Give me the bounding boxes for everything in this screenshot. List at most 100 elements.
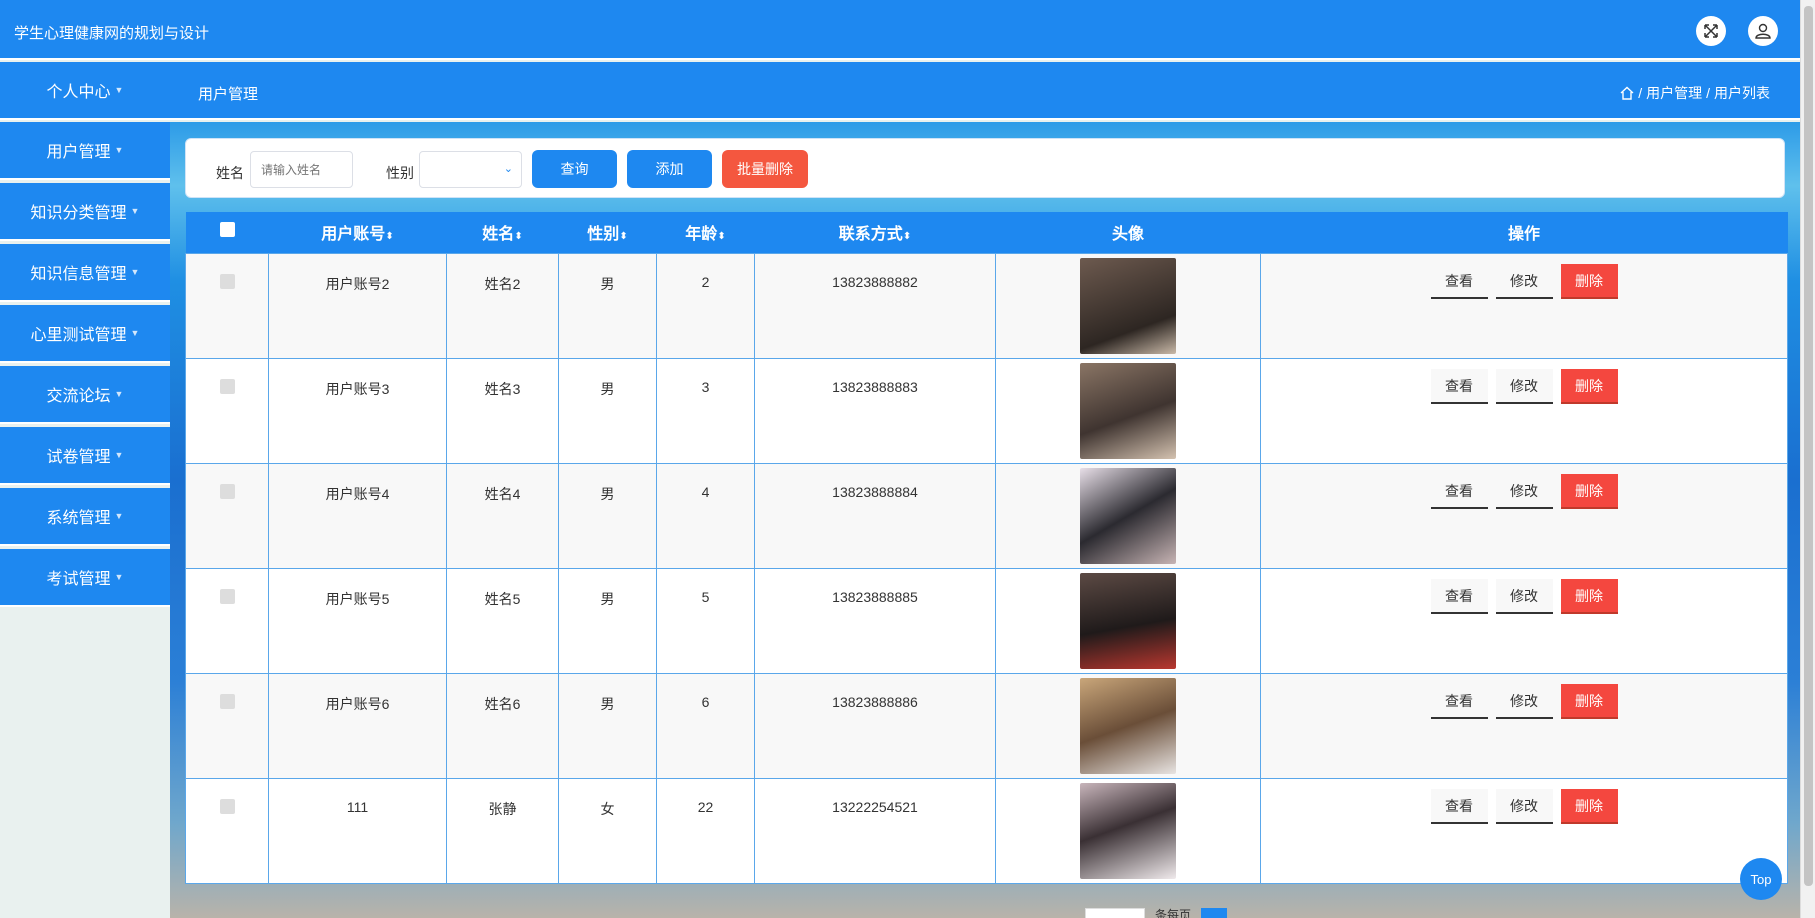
sub-header: 用户管理 / 用户管理 / 用户列表 — [0, 62, 1800, 120]
fullscreen-icon — [1704, 24, 1718, 38]
delete-button[interactable]: 删除 — [1560, 263, 1618, 299]
caret-down-icon: ▼ — [130, 328, 140, 338]
cell-account: 用户账号6 — [268, 672, 447, 779]
view-button[interactable]: 查看 — [1430, 578, 1488, 614]
row-checkbox[interactable] — [219, 273, 235, 289]
view-button[interactable]: 查看 — [1430, 473, 1488, 509]
sort-icon[interactable]: ⬍ — [385, 231, 393, 242]
table-row: 用户账号6 姓名6 男 6 13823888886 查看 修改 删除 — [185, 672, 1788, 779]
top-bar: 学生心理健康网的规划与设计 — [0, 0, 1800, 60]
column-header-gender[interactable]: 性别⬍ — [558, 212, 657, 253]
cell-name: 姓名5 — [446, 567, 559, 674]
sidebar-item-label: 试卷管理 — [46, 449, 111, 466]
delete-button[interactable]: 删除 — [1560, 788, 1618, 824]
back-to-top-button[interactable]: Top — [1740, 858, 1782, 900]
cell-gender: 男 — [558, 462, 657, 569]
cell-age: 6 — [656, 672, 755, 779]
sidebar-item-label: 个人中心 — [46, 84, 111, 101]
sidebar-item-user-management[interactable]: 用户管理 ▼ — [0, 122, 170, 180]
cell-phone: 13823888886 — [754, 672, 996, 779]
cell-age: 3 — [656, 357, 755, 464]
table-row: 111 张静 女 22 13222254521 查看 修改 删除 — [185, 777, 1788, 884]
main-content: 姓名 性别 ⌄ 查询 添加 批量删除 用户账号⬍ 姓名⬍ 性别⬍ 年龄⬍ — [170, 122, 1800, 918]
breadcrumb-item-user-management[interactable]: 用户管理 — [1646, 83, 1702, 103]
sort-icon[interactable]: ⬍ — [903, 231, 911, 242]
breadcrumb-separator: / — [1706, 85, 1710, 101]
view-button[interactable]: 查看 — [1430, 683, 1488, 719]
edit-button[interactable]: 修改 — [1495, 263, 1553, 299]
caret-down-icon: ▼ — [114, 85, 124, 95]
cell-gender: 男 — [558, 672, 657, 779]
column-header-phone[interactable]: 联系方式⬍ — [754, 212, 996, 253]
batch-delete-button[interactable]: 批量删除 — [722, 150, 808, 188]
edit-button[interactable]: 修改 — [1495, 788, 1553, 824]
sidebar-item-forum[interactable]: 交流论坛 ▼ — [0, 366, 170, 424]
sidebar-item-knowledge-info[interactable]: 知识信息管理 ▼ — [0, 244, 170, 302]
column-header-account[interactable]: 用户账号⬍ — [268, 212, 447, 253]
page-number-button[interactable] — [1201, 907, 1228, 918]
per-page-label: 条每页 — [1155, 908, 1192, 918]
sidebar-item-psych-test[interactable]: 心里测试管理 ▼ — [0, 305, 170, 363]
cell-name: 姓名4 — [446, 462, 559, 569]
delete-button[interactable]: 删除 — [1560, 473, 1618, 509]
name-search-input[interactable] — [250, 151, 353, 188]
scrollbar-thumb[interactable] — [1804, 6, 1813, 886]
delete-button[interactable]: 删除 — [1560, 578, 1618, 614]
view-button[interactable]: 查看 — [1430, 788, 1488, 824]
edit-button[interactable]: 修改 — [1495, 578, 1553, 614]
sidebar-item-label: 系统管理 — [46, 510, 111, 527]
row-checkbox[interactable] — [219, 483, 235, 499]
cell-age: 2 — [656, 252, 755, 359]
sort-icon[interactable]: ⬍ — [619, 231, 627, 242]
edit-button[interactable]: 修改 — [1495, 683, 1553, 719]
sidebar-item-knowledge-category[interactable]: 知识分类管理 ▼ — [0, 183, 170, 241]
view-button[interactable]: 查看 — [1430, 263, 1488, 299]
page-title: 用户管理 — [198, 86, 259, 103]
row-checkbox[interactable] — [219, 378, 235, 394]
sidebar-item-system[interactable]: 系统管理 ▼ — [0, 488, 170, 546]
cell-gender: 女 — [558, 777, 657, 884]
breadcrumb-item-user-list: 用户列表 — [1714, 85, 1770, 101]
home-icon[interactable] — [1620, 86, 1634, 100]
table-row: 用户账号5 姓名5 男 5 13823888885 查看 修改 删除 — [185, 567, 1788, 674]
avatar — [1080, 362, 1176, 459]
sidebar-item-personal-center[interactable]: 个人中心 ▼ — [0, 62, 170, 120]
select-all-checkbox[interactable] — [219, 222, 235, 238]
caret-down-icon: ▼ — [114, 145, 124, 155]
sidebar-item-exam[interactable]: 考试管理 ▼ — [0, 549, 170, 607]
view-button[interactable]: 查看 — [1430, 368, 1488, 404]
sort-icon[interactable]: ⬍ — [717, 231, 725, 242]
row-checkbox[interactable] — [219, 798, 235, 814]
cell-phone: 13222254521 — [754, 777, 996, 884]
delete-button[interactable]: 删除 — [1560, 683, 1618, 719]
cell-phone: 13823888883 — [754, 357, 996, 464]
page-size-select[interactable] — [1085, 907, 1145, 918]
page-scrollbar[interactable] — [1800, 0, 1815, 918]
column-header-name[interactable]: 姓名⬍ — [446, 212, 559, 253]
cell-phone: 13823888884 — [754, 462, 996, 569]
caret-down-icon: ▼ — [114, 572, 124, 582]
cell-age: 22 — [656, 777, 755, 884]
user-profile-button[interactable] — [1748, 16, 1778, 46]
fullscreen-button[interactable] — [1696, 16, 1726, 46]
query-button[interactable]: 查询 — [532, 150, 617, 188]
add-button[interactable]: 添加 — [627, 150, 712, 188]
edit-button[interactable]: 修改 — [1495, 473, 1553, 509]
edit-button[interactable]: 修改 — [1495, 368, 1553, 404]
cell-name: 姓名6 — [446, 672, 559, 779]
row-checkbox[interactable] — [219, 588, 235, 604]
cell-account: 用户账号4 — [268, 462, 447, 569]
avatar — [1080, 572, 1176, 669]
sidebar: 个人中心 ▼ 用户管理 ▼ 知识分类管理 ▼ 知识信息管理 ▼ 心里测试管理 ▼ 交流论坛… — [0, 62, 170, 610]
avatar — [1080, 257, 1176, 354]
sort-icon[interactable]: ⬍ — [514, 231, 522, 242]
cell-gender: 男 — [558, 357, 657, 464]
row-checkbox[interactable] — [219, 693, 235, 709]
column-header-age[interactable]: 年龄⬍ — [656, 212, 755, 253]
delete-button[interactable]: 删除 — [1560, 368, 1618, 404]
sidebar-item-exam-paper[interactable]: 试卷管理 ▼ — [0, 427, 170, 485]
gender-select[interactable]: ⌄ — [419, 151, 522, 188]
caret-down-icon: ▼ — [114, 450, 124, 460]
avatar — [1080, 677, 1176, 774]
sidebar-item-label: 知识信息管理 — [30, 266, 127, 283]
